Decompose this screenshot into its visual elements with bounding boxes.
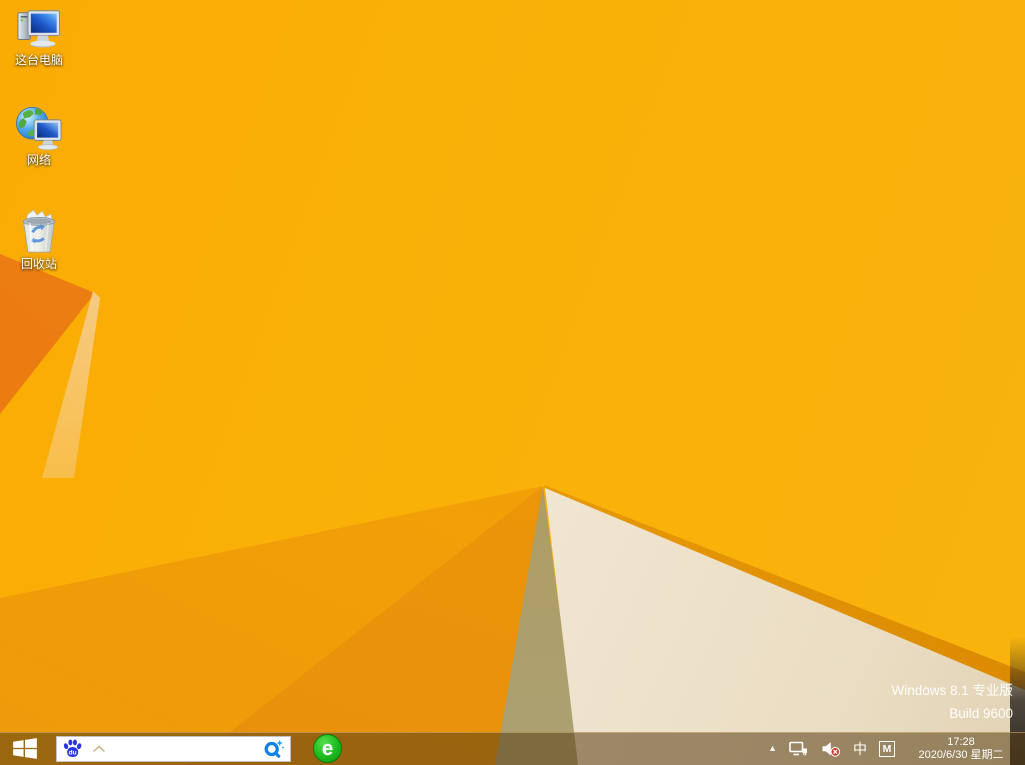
- chevron-up-icon[interactable]: [92, 745, 106, 753]
- ime-language-indicator[interactable]: 中: [853, 739, 867, 759]
- this-pc-icon: [15, 5, 63, 51]
- taskbar-search-box[interactable]: du: [56, 736, 291, 762]
- system-tray: ▲ 中 M 17:28 2020/6/30 星期: [768, 732, 1025, 765]
- desktop-icon-label: 网络: [27, 154, 51, 167]
- network-icon: [15, 105, 63, 151]
- watermark-edition: Windows 8.1 专业版: [891, 679, 1013, 702]
- ime-mode-indicator[interactable]: M: [879, 741, 895, 757]
- start-button[interactable]: [0, 732, 50, 765]
- desktop-surface[interactable]: 这台电脑: [0, 0, 1025, 765]
- desktop-icon-this-pc[interactable]: 这台电脑: [2, 5, 76, 67]
- desktop-icon-label: 回收站: [21, 258, 57, 271]
- network-status-icon[interactable]: [789, 741, 809, 757]
- green-e-icon: e: [322, 739, 333, 759]
- clock-time: 17:28: [907, 736, 1015, 749]
- baidu-paw-icon[interactable]: du: [62, 738, 83, 760]
- taskbar-clock[interactable]: 17:28 2020/6/30 星期二: [907, 736, 1015, 762]
- taskbar: du e ▲: [0, 732, 1025, 765]
- desktop-icon-recycle-bin[interactable]: 回收站: [2, 209, 76, 271]
- baidu-paw-text: du: [69, 749, 77, 756]
- desktop-icon-label: 这台电脑: [15, 54, 63, 67]
- show-hidden-icons-chevron[interactable]: ▲: [768, 743, 777, 753]
- recycle-bin-icon: [15, 209, 63, 255]
- windows-start-icon: [12, 736, 38, 761]
- windows-watermark: Windows 8.1 专业版 Build 9600: [891, 679, 1013, 725]
- clock-date: 2020/6/30 星期二: [907, 749, 1015, 762]
- green-e-browser-button[interactable]: e: [313, 734, 342, 763]
- taskbar-search-input[interactable]: [106, 739, 263, 759]
- volume-muted-icon[interactable]: [821, 741, 841, 757]
- watermark-build: Build 9600: [891, 702, 1013, 725]
- desktop-icon-network[interactable]: 网络: [2, 105, 76, 167]
- baidu-search-magnifier-icon[interactable]: [263, 737, 285, 761]
